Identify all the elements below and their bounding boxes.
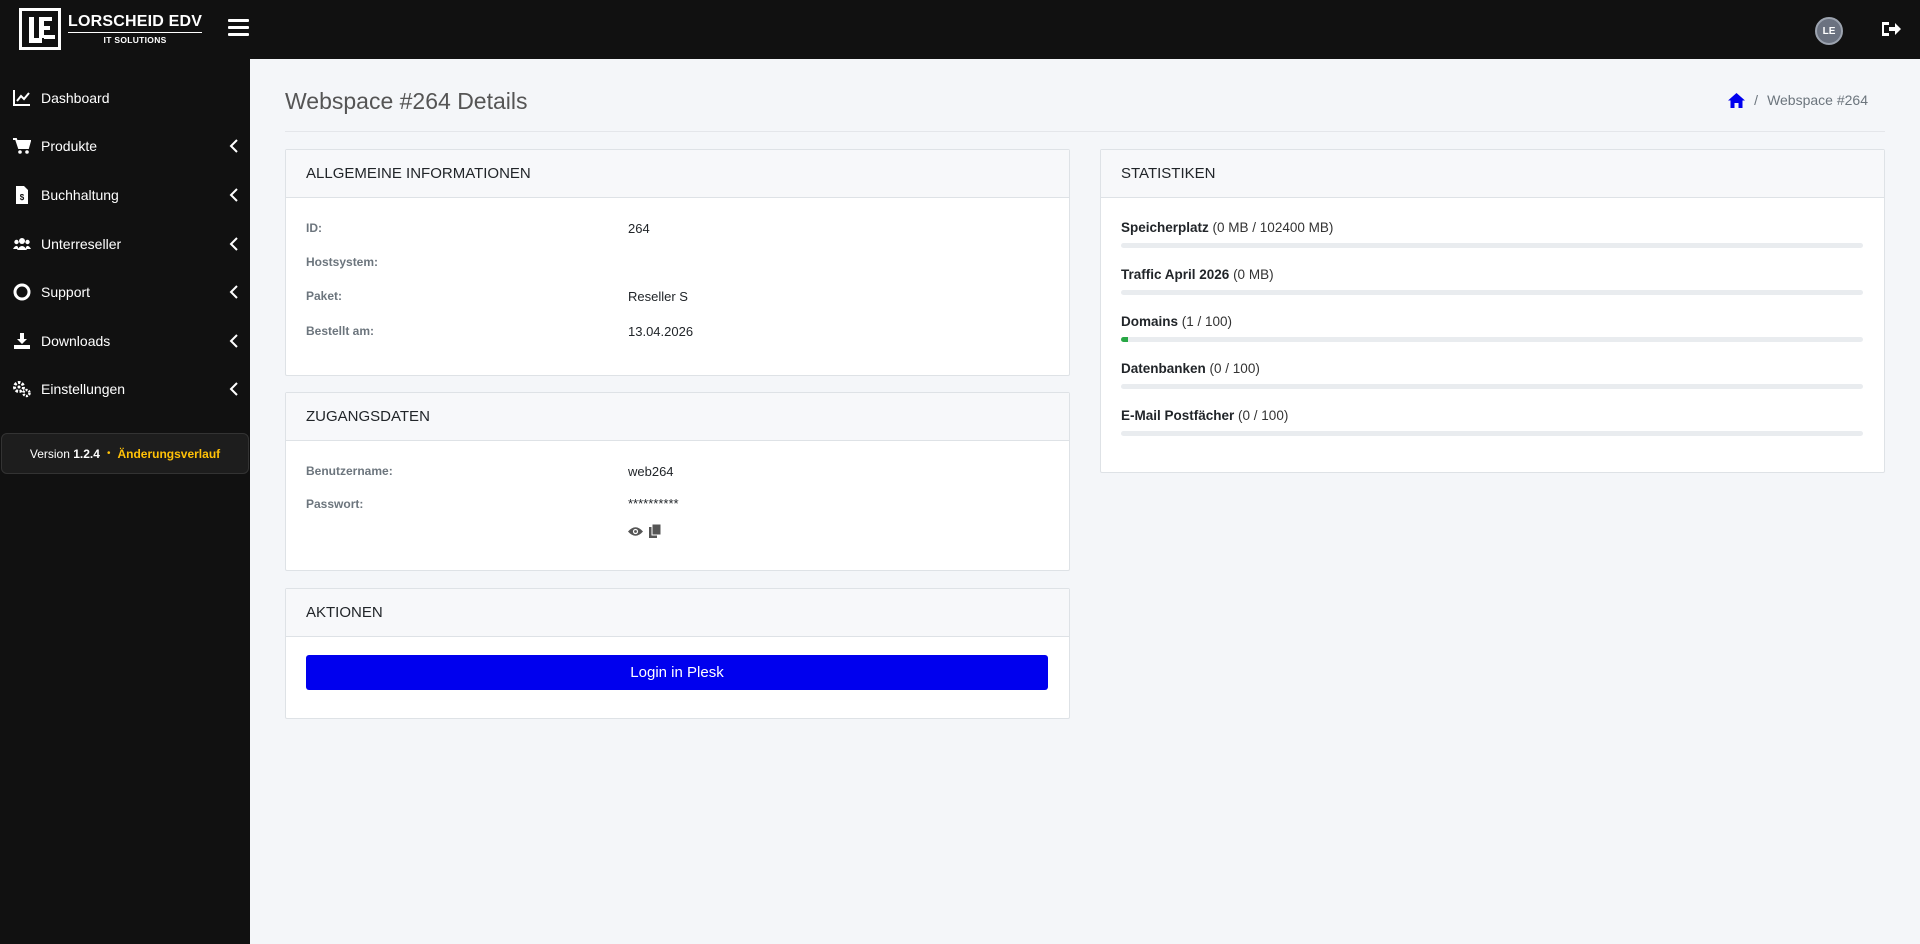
changelog-link[interactable]: Änderungsverlauf [117, 447, 220, 461]
stat-domains: Domains (1 / 100) [1121, 314, 1233, 329]
hostsystem-label: Hostsystem: [306, 255, 379, 269]
top-navbar: LORSCHEID EDV IT SOLUTIONS LE [0, 0, 1920, 59]
package-value: Reseller S [628, 289, 688, 304]
svg-text:$: $ [20, 193, 25, 202]
sidebar-item-label: Einstellungen [41, 381, 126, 397]
eye-icon[interactable] [628, 526, 643, 537]
card-title: Aktionen [286, 589, 1069, 637]
general-info-card: Allgemeine Informationen ID: 264 Hostsys… [285, 149, 1070, 376]
username-label: Benutzername: [306, 464, 393, 478]
actions-card: Aktionen Login in Plesk [285, 588, 1070, 719]
sidebar-item-einstellungen[interactable]: Einstellungen [0, 369, 250, 409]
sidebar-item-produkte[interactable]: Produkte [0, 126, 250, 166]
password-value: ********** [628, 496, 679, 511]
brand-name: LORSCHEID EDV [68, 13, 203, 33]
stat-mailboxes: E-Mail Postfächer (0 / 100) [1121, 408, 1289, 423]
sidebar-item-label: Buchhaltung [41, 187, 119, 203]
access-data-card: Zugangsdaten Benutzername: web264 Passwo… [285, 392, 1070, 571]
download-icon [14, 333, 30, 349]
cart-icon [13, 138, 31, 154]
sidebar-item-unterreseller[interactable]: Unterreseller [0, 224, 250, 264]
sidebar-item-label: Support [41, 284, 91, 300]
package-label: Paket: [306, 289, 343, 303]
chevron-left-icon [229, 188, 238, 202]
id-value: 264 [628, 221, 650, 236]
header-divider [285, 131, 1885, 132]
id-label: ID: [306, 221, 322, 235]
sidebar-item-support[interactable]: Support [0, 272, 250, 312]
progress-databases [1121, 384, 1863, 389]
progress-domains [1121, 337, 1863, 342]
logout-icon[interactable] [1880, 19, 1902, 39]
sidebar-item-downloads[interactable]: Downloads [0, 321, 250, 361]
sidebar-item-dashboard[interactable]: Dashboard [0, 78, 250, 118]
progress-mailboxes [1121, 431, 1863, 436]
chevron-left-icon [229, 285, 238, 299]
stat-traffic: Traffic April 2026 (0 MB) [1121, 267, 1274, 282]
sidebar: Dashboard Produkte $ Buchhaltung Unterre… [0, 59, 250, 944]
card-title: Zugangsdaten [286, 393, 1069, 441]
breadcrumb-current: Webspace #264 [1767, 92, 1868, 108]
stat-storage: Speicherplatz (0 MB / 102400 MB) [1121, 220, 1334, 235]
menu-toggle-icon[interactable] [228, 19, 249, 37]
user-avatar[interactable]: LE [1815, 17, 1843, 45]
sidebar-item-label: Unterreseller [41, 236, 122, 252]
chevron-left-icon [229, 139, 238, 153]
chart-line-icon [13, 90, 30, 106]
lifebuoy-icon [13, 283, 31, 301]
sidebar-item-label: Dashboard [41, 90, 110, 106]
sidebar-item-buchhaltung[interactable]: $ Buchhaltung [0, 175, 250, 215]
login-plesk-button[interactable]: Login in Plesk [306, 655, 1048, 690]
gears-icon [13, 381, 31, 398]
logo-icon [19, 8, 61, 50]
card-title: Allgemeine Informationen [286, 150, 1069, 198]
chevron-left-icon [229, 334, 238, 348]
copy-icon[interactable] [649, 524, 661, 538]
sidebar-item-label: Produkte [41, 138, 98, 154]
version-number: 1.2.4 [73, 446, 100, 461]
stat-databases: Datenbanken (0 / 100) [1121, 361, 1260, 376]
progress-traffic [1121, 290, 1863, 295]
brand-subtitle: IT SOLUTIONS [103, 34, 167, 45]
brand-logo[interactable]: LORSCHEID EDV IT SOLUTIONS [19, 8, 203, 50]
chevron-left-icon [229, 382, 238, 396]
version-info: Version 1.2.4 • Änderungsverlauf [1, 433, 249, 474]
home-icon[interactable] [1728, 92, 1746, 108]
chevron-left-icon [229, 237, 238, 251]
users-icon [13, 238, 31, 250]
invoice-icon: $ [16, 186, 28, 204]
ordered-value: 13.04.2026 [628, 324, 694, 339]
username-value: web264 [628, 464, 674, 479]
card-title: Statistiken [1101, 150, 1884, 198]
progress-storage [1121, 243, 1863, 248]
ordered-label: Bestellt am: [306, 324, 375, 338]
statistics-card: Statistiken Speicherplatz (0 MB / 102400… [1100, 149, 1885, 473]
password-label: Passwort: [306, 497, 364, 511]
sidebar-item-label: Downloads [41, 333, 111, 349]
breadcrumb: / Webspace #264 [1728, 92, 1868, 108]
page-title: Webspace #264 Details [285, 88, 528, 114]
